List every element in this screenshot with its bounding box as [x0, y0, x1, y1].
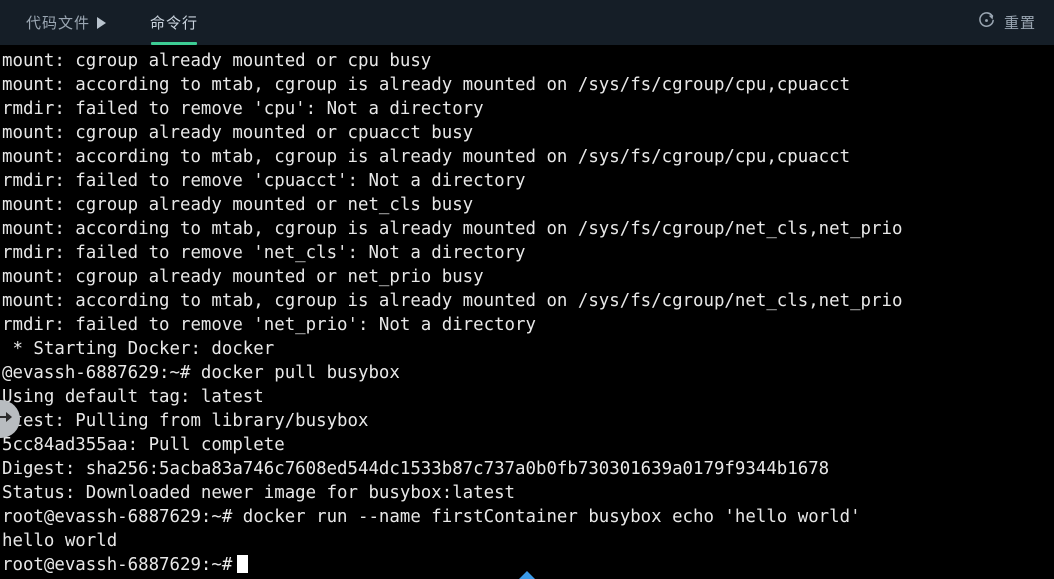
terminal-line: Digest: sha256:5acba83a746c7608ed544dc15… [2, 459, 830, 479]
chevron-up-icon [512, 570, 542, 579]
reset-circular-arrow-icon [977, 11, 996, 34]
terminal-line: mount: cgroup already mounted or net_cls… [2, 195, 474, 215]
scroll-to-top-chevron-button[interactable] [512, 569, 542, 579]
tab-command-line-label: 命令行 [150, 14, 199, 32]
terminal-line: Status: Downloaded newer image for busyb… [2, 483, 516, 503]
tab-bar: 代码文件 命令行 [0, 0, 220, 45]
terminal-line: rmdir: failed to remove 'net_prio': Not … [2, 315, 536, 335]
terminal-line: root@evassh-6887629:~# docker run --name… [2, 507, 861, 527]
arrow-right-in-circle-icon [0, 409, 15, 429]
terminal-app-window: 代码文件 命令行 重置 mount: cgroup already mounte… [0, 0, 1054, 579]
header-bar: 代码文件 命令行 重置 [0, 0, 1054, 45]
tab-command-line[interactable]: 命令行 [128, 0, 220, 45]
terminal-line: rmdir: failed to remove 'net_cls': Not a… [2, 243, 526, 263]
terminal-line: rmdir: failed to remove 'cpuacct': Not a… [2, 171, 526, 191]
tab-code-files-label: 代码文件 [26, 14, 91, 32]
reset-button[interactable]: 重置 [977, 11, 1040, 34]
terminal-line: rmdir: failed to remove 'cpu': Not a dir… [2, 99, 484, 119]
terminal-line: Using default tag: latest [2, 387, 264, 407]
terminal-line: mount: cgroup already mounted or cpu bus… [2, 51, 432, 71]
terminal-line: @evassh-6887629:~# docker pull busybox [2, 363, 400, 383]
tab-code-files[interactable]: 代码文件 [0, 0, 128, 45]
terminal-text: mount: cgroup already mounted or cpu bus… [0, 45, 1054, 577]
terminal-line: mount: according to mtab, cgroup is alre… [2, 75, 851, 95]
terminal-line: mount: according to mtab, cgroup is alre… [2, 291, 903, 311]
terminal-line: 5cc84ad355aa: Pull complete [2, 435, 285, 455]
terminal-cursor [237, 555, 249, 573]
terminal-output-pane[interactable]: mount: cgroup already mounted or cpu bus… [0, 45, 1054, 579]
terminal-prompt-text: root@evassh-6887629:~# [2, 555, 233, 575]
terminal-line: mount: according to mtab, cgroup is alre… [2, 219, 903, 239]
reset-button-label: 重置 [1003, 14, 1036, 32]
terminal-line: mount: according to mtab, cgroup is alre… [2, 147, 851, 167]
terminal-line: atest: Pulling from library/busybox [2, 411, 369, 431]
terminal-line: * Starting Docker: docker [2, 339, 275, 359]
play-triangle-icon [97, 16, 107, 29]
terminal-line: mount: cgroup already mounted or net_pri… [2, 267, 484, 287]
terminal-line: hello world [2, 531, 118, 551]
terminal-line: mount: cgroup already mounted or cpuacct… [2, 123, 474, 143]
